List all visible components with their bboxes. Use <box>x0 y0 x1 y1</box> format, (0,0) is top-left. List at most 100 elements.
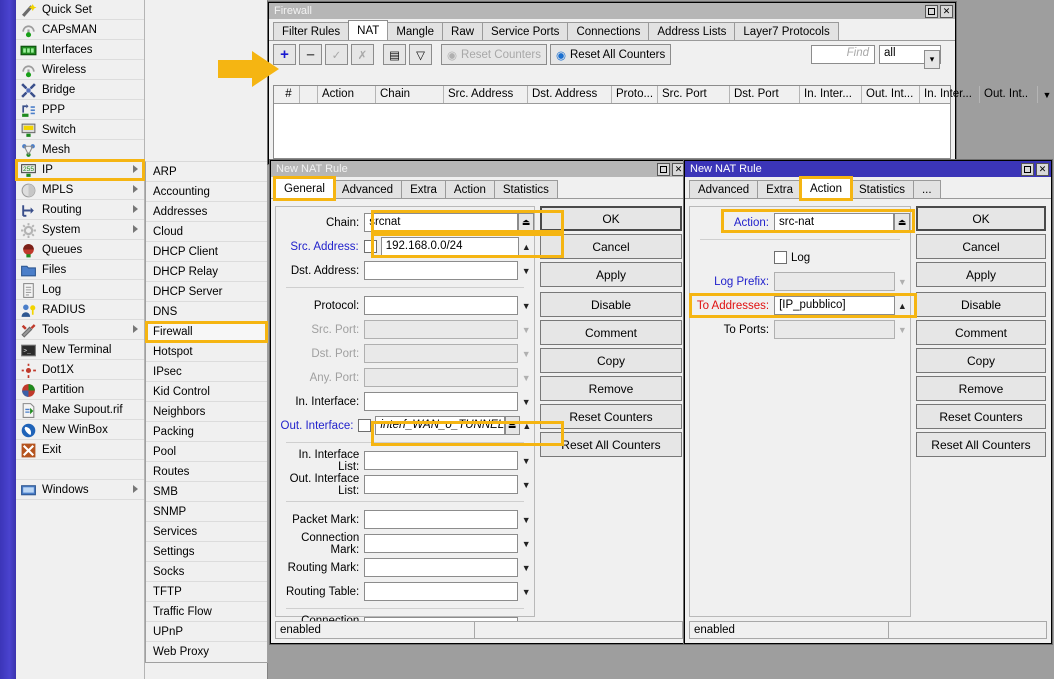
chevron-down-icon[interactable]: ▼ <box>518 344 534 363</box>
maximize-icon[interactable] <box>925 4 938 18</box>
tab-mangle[interactable]: Mangle <box>387 22 444 41</box>
tab-action[interactable]: Action <box>444 180 495 199</box>
chevron-up-icon[interactable]: ▲ <box>519 237 534 256</box>
ip-submenu[interactable]: ARP Accounting Addresses Cloud DHCP Client DH… <box>145 161 268 663</box>
column-header[interactable]: Src. Address <box>444 86 528 103</box>
tab-connections[interactable]: Connections <box>567 22 650 41</box>
menu-item-windows[interactable]: Windows <box>16 480 144 500</box>
disable-rule-button[interactable]: ✗ <box>351 44 374 65</box>
tab-extra[interactable]: Extra <box>401 180 446 199</box>
field-input[interactable] <box>364 320 519 339</box>
ip-submenu-item-routes[interactable]: Routes <box>146 462 267 482</box>
ok-button[interactable]: OK <box>540 206 682 231</box>
ip-submenu-item-settings[interactable]: Settings <box>146 542 267 562</box>
menu-item-dot1x[interactable]: Dot1X <box>16 360 144 380</box>
chevron-up-icon[interactable]: ▲ <box>895 296 910 315</box>
enable-rule-button[interactable]: ✓ <box>325 44 348 65</box>
chevron-down-icon[interactable]: ▼ <box>895 272 910 291</box>
chevron-down-icon[interactable]: ▼ <box>518 558 534 577</box>
field-input[interactable] <box>774 272 895 291</box>
ip-submenu-item-firewall[interactable]: Firewall <box>145 321 268 343</box>
ip-submenu-item-socks[interactable]: Socks <box>146 562 267 582</box>
field-input[interactable]: 192.168.0.0/24 <box>380 237 519 256</box>
cancel-button[interactable]: Cancel <box>540 234 682 259</box>
tab-nat[interactable]: NAT <box>348 20 389 41</box>
ok-button[interactable]: OK <box>916 206 1046 231</box>
menu-item-queues[interactable]: Queues <box>16 240 144 260</box>
remove-button[interactable]: Remove <box>540 376 682 401</box>
chevron-down-icon[interactable]: ▼ <box>518 392 534 411</box>
filter-button[interactable]: ▽ <box>409 44 432 65</box>
column-header[interactable]: Dst. Address <box>528 86 612 103</box>
close-icon[interactable]: ✕ <box>1036 162 1049 176</box>
field-input[interactable] <box>364 558 519 577</box>
tab-statistics[interactable]: Statistics <box>849 180 914 199</box>
menu-item-make-supout-rif[interactable]: Make Supout.rif <box>16 400 144 420</box>
chevron-down-icon[interactable]: ▼ <box>895 320 910 339</box>
ip-submenu-item-tftp[interactable]: TFTP <box>146 582 267 602</box>
tab--[interactable]: ... <box>912 180 941 199</box>
apply-button[interactable]: Apply <box>916 262 1046 287</box>
chevron-down-icon[interactable]: ▼ <box>518 261 534 280</box>
chevron-down-icon[interactable]: ▼ <box>518 368 534 387</box>
menu-item-radius[interactable]: RADIUS <box>16 300 144 320</box>
comment-button[interactable]: ▤ <box>383 44 406 65</box>
maximize-icon[interactable] <box>1021 162 1034 176</box>
reset-counters-button[interactable]: Reset Counters <box>916 404 1046 429</box>
column-header[interactable]: Src. Port <box>658 86 730 103</box>
ip-submenu-item-addresses[interactable]: Addresses <box>146 202 267 222</box>
tab-action[interactable]: Action <box>799 176 853 201</box>
menu-item-mesh[interactable]: Mesh <box>16 140 144 160</box>
tab-layer7-protocols[interactable]: Layer7 Protocols <box>734 22 839 41</box>
nat-left-buttons[interactable]: OK Cancel Apply Disable Comment Copy Remove Res… <box>540 206 682 460</box>
field-input[interactable] <box>364 344 519 363</box>
ip-submenu-item-dhcp-client[interactable]: DHCP Client <box>146 242 267 262</box>
tab-advanced[interactable]: Advanced <box>332 180 403 199</box>
reset-counters-button[interactable]: Reset Counters <box>540 404 682 429</box>
menu-item-log[interactable]: Log <box>16 280 144 300</box>
chevron-down-icon[interactable]: ▼ <box>518 475 534 494</box>
apply-button[interactable]: Apply <box>540 262 682 287</box>
field-input[interactable] <box>364 510 519 529</box>
ip-submenu-item-dns[interactable]: DNS <box>146 302 267 322</box>
ip-submenu-item-upnp[interactable]: UPnP <box>146 622 267 642</box>
maximize-icon[interactable] <box>657 162 670 176</box>
menu-item-switch[interactable]: Switch <box>16 120 144 140</box>
ip-submenu-item-dhcp-server[interactable]: DHCP Server <box>146 282 267 302</box>
ip-submenu-item-dhcp-relay[interactable]: DHCP Relay <box>146 262 267 282</box>
menu-item-exit[interactable]: Exit <box>16 440 144 460</box>
cancel-button[interactable]: Cancel <box>916 234 1046 259</box>
field-input[interactable] <box>364 261 519 280</box>
field-input[interactable] <box>774 320 895 339</box>
field-input[interactable] <box>364 582 519 601</box>
menu-item-mpls[interactable]: MPLS <box>16 180 144 200</box>
ip-submenu-item-ipsec[interactable]: IPsec <box>146 362 267 382</box>
ip-submenu-item-arp[interactable]: ARP <box>146 162 267 182</box>
column-header[interactable]: Out. Int.. <box>980 86 1038 103</box>
field-input[interactable] <box>364 392 519 411</box>
copy-button[interactable]: Copy <box>916 348 1046 373</box>
tab-address-lists[interactable]: Address Lists <box>648 22 736 41</box>
field-input[interactable] <box>364 451 519 470</box>
field-input[interactable]: [IP_pubblico] <box>774 296 895 315</box>
search-input[interactable]: Find <box>811 45 875 64</box>
dropdown-spinner-icon[interactable]: ⏏ <box>894 213 910 232</box>
menu-item-interfaces[interactable]: Interfaces <box>16 40 144 60</box>
menu-item-quick-set[interactable]: Quick Set <box>16 0 144 20</box>
log-checkbox[interactable] <box>774 251 787 264</box>
nat-left-tabs[interactable]: General Advanced Extra Action Statistics <box>271 176 687 201</box>
column-chooser-icon[interactable]: ▼ <box>1038 86 1054 103</box>
dropdown-spinner-icon[interactable]: ⏏ <box>504 416 520 435</box>
close-icon[interactable]: ✕ <box>940 4 953 18</box>
menu-item-capsman[interactable]: CAPsMAN <box>16 20 144 40</box>
field-input[interactable]: interf_WAN_o_TUNNEL <box>375 416 505 435</box>
field-input[interactable] <box>364 534 519 553</box>
ip-submenu-item-snmp[interactable]: SNMP <box>146 502 267 522</box>
field-input[interactable]: srcnat <box>364 213 519 232</box>
ip-submenu-item-pool[interactable]: Pool <box>146 442 267 462</box>
ip-submenu-item-kid-control[interactable]: Kid Control <box>146 382 267 402</box>
nat-right-tabs[interactable]: Advanced Extra Action Statistics... <box>685 176 1051 201</box>
dropdown-spinner-icon[interactable]: ⏏ <box>518 213 534 232</box>
menu-item-ppp[interactable]: PPP <box>16 100 144 120</box>
ip-submenu-item-cloud[interactable]: Cloud <box>146 222 267 242</box>
